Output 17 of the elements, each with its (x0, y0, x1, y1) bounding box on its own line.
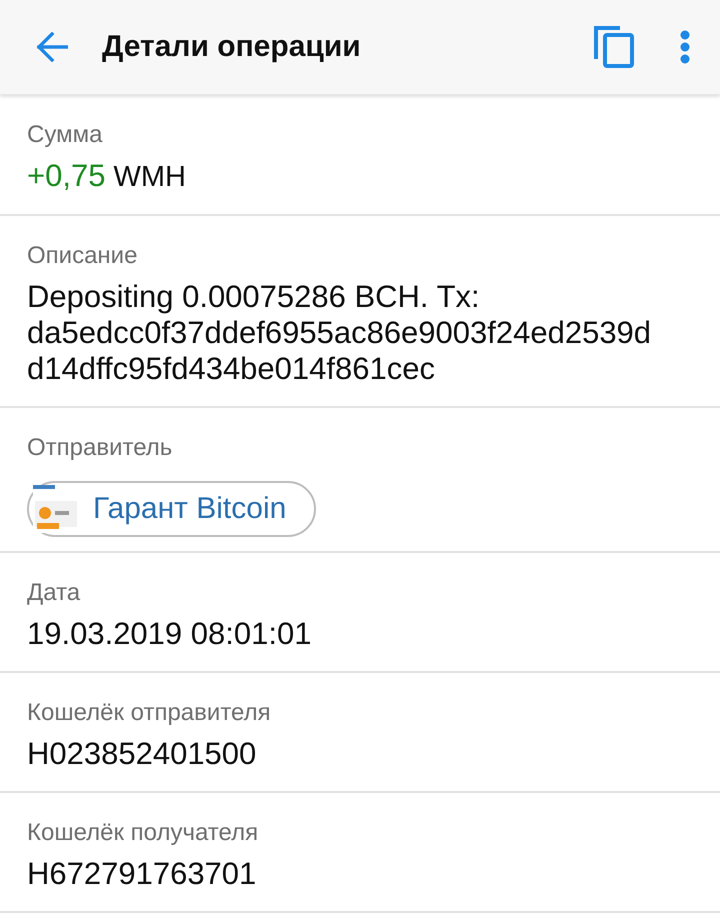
field-value: Depositing 0.00075286 BCH. Tx: da5edcc0f37ddef6955ac86e9003f24ed2539dd14dffc95fd434be014f861cec (27, 279, 652, 387)
field-label: Сумма (27, 120, 104, 150)
copy-icon (594, 26, 634, 68)
field-label: Отправитель (27, 433, 174, 463)
field-label: Дата (27, 578, 82, 608)
screen-title: Детали операции (102, 30, 361, 64)
field-value: 19.03.2019 08:01:01 (27, 616, 312, 652)
field-label: Описание (27, 241, 138, 271)
back-arrow-icon (36, 32, 68, 62)
field-value: H672791763701 (27, 856, 258, 892)
field-label: Кошелёк отправителя (27, 698, 272, 728)
sender-chip[interactable]: Гарант Bitcoin (27, 481, 316, 537)
field-label: Кошелёк получателя (27, 818, 260, 848)
field-value: H023852401500 (27, 736, 258, 772)
more-vertical-icon (680, 30, 690, 64)
currency-code: WMH (113, 161, 186, 193)
amount-value: +0,75 (27, 158, 106, 193)
